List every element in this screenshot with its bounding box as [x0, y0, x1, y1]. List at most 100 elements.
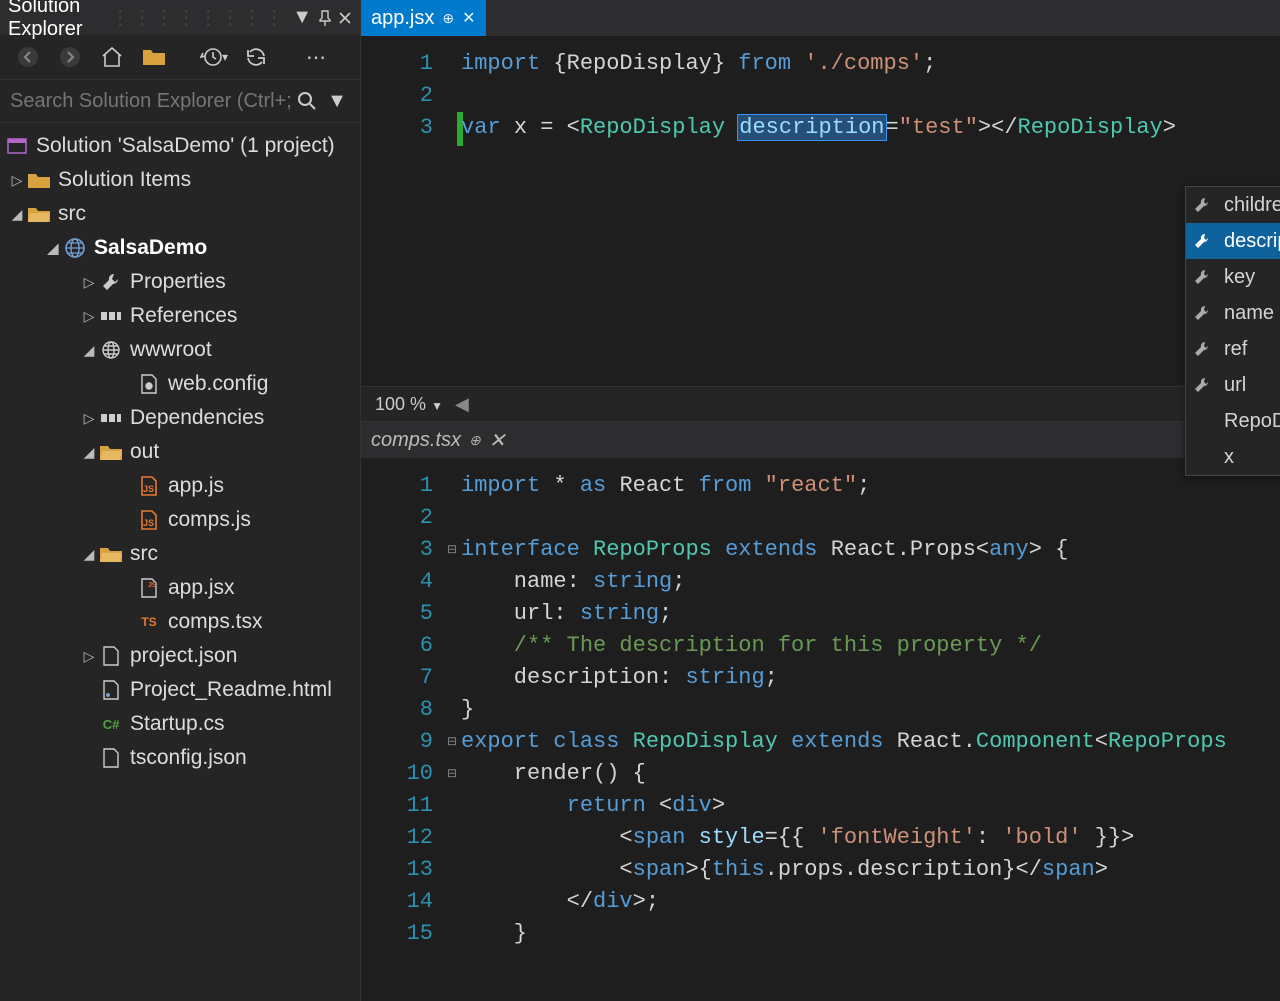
editor-tabbar-top: app.jsx ⊕ ✕	[361, 0, 1280, 36]
refresh-icon[interactable]	[242, 43, 270, 71]
expand-icon[interactable]: ▷	[80, 274, 98, 291]
expand-icon[interactable]: ▷	[80, 308, 98, 325]
tree-item[interactable]: ◢out	[0, 435, 360, 469]
wrench-icon	[1194, 305, 1214, 321]
pin-icon[interactable]: ⊕	[469, 432, 481, 449]
more-icon[interactable]: ⋯	[302, 43, 330, 71]
folder-open-icon	[98, 444, 124, 460]
collapse-icon[interactable]: ◢	[80, 546, 98, 563]
solution-explorer-panel: Solution Explorer ⋮⋮⋮⋮⋮⋮⋮⋮ ▼ ▾ ⋯ ▼ Solut…	[0, 0, 361, 1001]
references-icon	[98, 410, 124, 426]
svg-text:JS: JS	[143, 518, 154, 528]
tree-item[interactable]: Project_Readme.html	[0, 673, 360, 707]
wrench-icon	[1194, 377, 1214, 393]
tree-item[interactable]: JScomps.js	[0, 503, 360, 537]
pin-icon[interactable]	[318, 7, 332, 29]
solution-node[interactable]: Solution 'SalsaDemo' (1 project)	[0, 129, 360, 163]
tree-item[interactable]: ▷project.json	[0, 639, 360, 673]
html-file-icon	[98, 680, 124, 700]
tree-item[interactable]: ▷References	[0, 299, 360, 333]
solution-tree: Solution 'SalsaDemo' (1 project) ▷Soluti…	[0, 123, 360, 1001]
forward-icon[interactable]	[56, 43, 84, 71]
json-file-icon	[98, 646, 124, 666]
collapse-icon[interactable]: ◢	[8, 206, 26, 223]
wrench-icon	[1194, 233, 1214, 249]
close-icon[interactable]	[338, 7, 352, 29]
code-body[interactable]: import * as React from "react"; interfac…	[461, 470, 1280, 950]
collapse-icon[interactable]: ◢	[80, 444, 98, 461]
config-file-icon	[136, 374, 162, 394]
intellisense-item[interactable]: x	[1186, 439, 1280, 475]
folder-icon[interactable]	[140, 43, 168, 71]
fold-gutter[interactable]: ⊟⊟⊟	[445, 470, 459, 950]
close-icon[interactable]: ✕	[489, 428, 506, 453]
tree-item[interactable]: ◢wwwroot	[0, 333, 360, 367]
intellisense-item[interactable]: ref	[1186, 331, 1280, 367]
code-body[interactable]: import {RepoDisplay} from './comps'; var…	[461, 48, 1280, 144]
intellisense-item-selected[interactable]: description	[1186, 223, 1280, 259]
dropdown-icon[interactable]: ▼	[292, 7, 312, 29]
intellisense-item[interactable]: RepoDisplay	[1186, 403, 1280, 439]
collapse-icon[interactable]: ◢	[80, 342, 98, 359]
wrench-icon	[98, 272, 124, 292]
pin-icon[interactable]: ⊕	[442, 10, 454, 27]
intellisense-item[interactable]: name	[1186, 295, 1280, 331]
svg-text:JS: JS	[143, 484, 154, 494]
cs-file-icon: C#	[98, 717, 124, 732]
expand-icon[interactable]: ▷	[8, 172, 26, 189]
tree-item[interactable]: JSapp.jsx	[0, 571, 360, 605]
tree-item[interactable]: TScomps.tsx	[0, 605, 360, 639]
tree-item[interactable]: web.config	[0, 367, 360, 401]
search-input[interactable]	[8, 86, 292, 117]
tree-item[interactable]: C#Startup.cs	[0, 707, 360, 741]
folder-icon	[26, 172, 52, 188]
tree-item[interactable]: JSapp.js	[0, 469, 360, 503]
scroll-left-icon[interactable]: ◀	[455, 394, 469, 415]
selected-attr: description	[738, 115, 885, 140]
references-icon	[98, 308, 124, 324]
tab-compstsx[interactable]: comps.tsx ⊕ ✕	[361, 422, 516, 458]
tree-item[interactable]: ▷Properties	[0, 265, 360, 299]
ts-file-icon: TS	[136, 615, 162, 629]
web-project-icon	[62, 238, 88, 258]
js-file-icon: JS	[136, 510, 162, 530]
expand-icon[interactable]: ▷	[80, 648, 98, 665]
project-node[interactable]: ◢SalsaDemo	[0, 231, 360, 265]
close-icon[interactable]: ✕	[462, 8, 475, 28]
zoom-level[interactable]: 100 % ▼	[369, 392, 449, 417]
panel-titlebar: Solution Explorer ⋮⋮⋮⋮⋮⋮⋮⋮ ▼	[0, 0, 360, 35]
intellisense-item[interactable]: key	[1186, 259, 1280, 295]
collapse-icon[interactable]: ◢	[44, 240, 62, 257]
wrench-icon	[1194, 197, 1214, 213]
line-gutter: 123	[361, 48, 445, 144]
search-icon[interactable]	[292, 86, 322, 116]
tree-item[interactable]: ▷Solution Items	[0, 163, 360, 197]
tree-item[interactable]: ◢src	[0, 537, 360, 571]
tree-item[interactable]: ◢src	[0, 197, 360, 231]
wrench-icon	[1194, 269, 1214, 285]
solution-icon	[4, 137, 30, 155]
editor-appjsx[interactable]: 123 import {RepoDisplay} from './comps';…	[361, 36, 1280, 386]
folder-open-icon	[98, 546, 124, 562]
editor-compstsx[interactable]: 123456789101112131415 ⊟⊟⊟ import * as Re…	[361, 458, 1280, 1001]
home-icon[interactable]	[98, 43, 126, 71]
jsx-file-icon: JS	[136, 578, 162, 598]
back-icon[interactable]	[14, 43, 42, 71]
history-icon[interactable]: ▾	[200, 43, 228, 71]
editor-area: app.jsx ⊕ ✕ 123 import {RepoDisplay} fro…	[361, 0, 1280, 1001]
intellisense-item[interactable]: children	[1186, 187, 1280, 223]
js-file-icon: JS	[136, 476, 162, 496]
intellisense-item[interactable]: url	[1186, 367, 1280, 403]
expand-icon[interactable]: ▷	[80, 410, 98, 427]
line-gutter: 123456789101112131415	[361, 470, 445, 950]
tree-item[interactable]: tsconfig.json	[0, 741, 360, 775]
intellisense-popup[interactable]: children description key name ref url Re…	[1185, 186, 1280, 476]
editor-tabbar-bottom: comps.tsx ⊕ ✕	[361, 422, 1280, 458]
search-options-icon[interactable]: ▼	[322, 86, 352, 116]
svg-text:JS: JS	[148, 582, 157, 589]
zoom-bar: 100 % ▼ ◀	[361, 386, 1280, 422]
tree-item[interactable]: ▷Dependencies	[0, 401, 360, 435]
tab-appjsx[interactable]: app.jsx ⊕ ✕	[361, 0, 486, 36]
panel-toolbar: ▾ ⋯	[0, 35, 360, 79]
globe-icon	[98, 340, 124, 360]
